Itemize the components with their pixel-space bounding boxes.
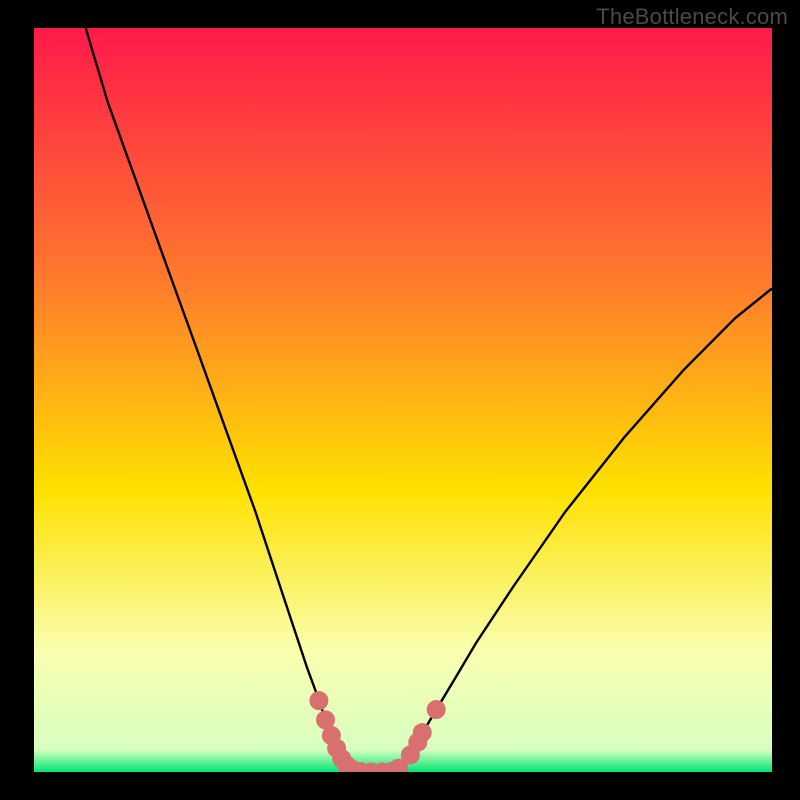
data-marker bbox=[427, 701, 445, 719]
chart-svg bbox=[34, 28, 772, 772]
data-marker bbox=[413, 724, 431, 742]
watermark-text: TheBottleneck.com bbox=[596, 4, 788, 30]
gradient-background bbox=[34, 28, 772, 772]
data-marker bbox=[310, 692, 328, 710]
bottleneck-chart bbox=[34, 28, 772, 772]
